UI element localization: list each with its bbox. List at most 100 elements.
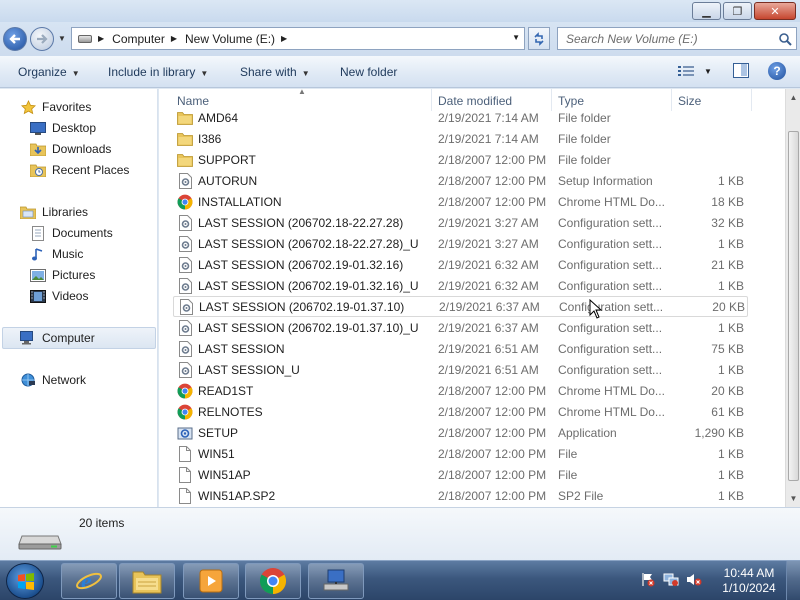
file-row[interactable]: AMD64 2/19/2021 7:14 AM File folder [173, 107, 748, 128]
scroll-up-icon[interactable]: ▲ [786, 89, 800, 106]
taskbar: e 10:44 AM 1/10/2024 [0, 560, 800, 600]
address-history-dropdown[interactable]: ▼ [512, 33, 520, 42]
close-button[interactable]: ✕ [754, 2, 796, 20]
nav-favorites[interactable]: Favorites [20, 97, 91, 117]
chevron-down-icon: ▼ [71, 69, 80, 78]
restore-button[interactable]: ❐ [723, 2, 752, 20]
breadcrumb: ▶ Computer ▶ New Volume (E:) ▶ [98, 32, 295, 46]
refresh-icon [534, 31, 544, 46]
breadcrumb-arrow-icon[interactable]: ▶ [171, 34, 177, 43]
file-row[interactable]: INSTALLATION 2/18/2007 12:00 PM Chrome HTM… [173, 191, 748, 212]
back-button[interactable] [3, 27, 27, 51]
search-input[interactable] [566, 31, 766, 46]
taskbar-media-player[interactable] [183, 563, 239, 599]
include-in-library-button[interactable]: Include in library ▼ [108, 65, 208, 79]
breadcrumb-arrow-icon[interactable]: ▶ [98, 34, 104, 43]
config-file-icon [177, 172, 193, 189]
file-name: WIN51AP.SP2 [198, 488, 276, 503]
forward-arrow-icon [37, 34, 48, 44]
search-icon[interactable] [778, 32, 792, 46]
nav-videos-label: Videos [52, 289, 89, 303]
taskbar-network-app[interactable] [308, 563, 364, 599]
view-list-icon [678, 66, 694, 76]
file-size: 1 KB [717, 362, 744, 377]
file-name: AMD64 [198, 110, 239, 125]
search-box[interactable] [557, 27, 797, 50]
folder-icon [177, 131, 193, 147]
nav-network[interactable]: Network [20, 370, 86, 390]
file-row[interactable]: SUPPORT 2/18/2007 12:00 PM File folder [173, 149, 748, 170]
preview-pane-icon[interactable] [733, 63, 749, 78]
windows-logo-icon [18, 573, 34, 590]
start-button[interactable] [6, 563, 44, 599]
scroll-down-icon[interactable]: ▼ [786, 490, 800, 507]
clock-time: 10:44 AM [723, 566, 775, 580]
file-row[interactable]: LAST SESSION (206702.19-01.32.16)_U 2/19/… [173, 275, 748, 296]
change-view-button[interactable]: ▼ [678, 65, 712, 77]
column-type[interactable]: Type [558, 94, 584, 108]
breadcrumb-computer[interactable]: Computer [112, 32, 165, 46]
file-name: LAST SESSION (206702.18-22.27.28)_U [198, 236, 419, 251]
nav-music[interactable]: Music [30, 244, 83, 264]
drive-icon [18, 535, 62, 550]
action-center-flag-icon[interactable] [640, 571, 656, 587]
taskbar-clock[interactable]: 10:44 AM 1/10/2024 [722, 566, 776, 596]
file-date-modified: 2/18/2007 12:00 PM [438, 152, 547, 167]
file-row[interactable]: LAST SESSION (206702.18-22.27.28) 2/19/20… [173, 212, 748, 233]
volume-muted-icon[interactable] [686, 571, 702, 587]
nav-computer[interactable]: Computer [20, 328, 95, 348]
nav-libraries[interactable]: Libraries [20, 202, 88, 222]
file-row[interactable]: LAST SESSION (206702.19-01.37.10)_U 2/19/… [173, 317, 748, 338]
file-row[interactable]: WIN51 2/18/2007 12:00 PM File 1 KB [173, 443, 748, 464]
help-icon[interactable]: ? [768, 62, 786, 80]
file-name: LAST SESSION_U [198, 362, 300, 377]
breadcrumb-new-volume[interactable]: New Volume (E:) [185, 32, 275, 46]
taskbar-file-explorer[interactable] [119, 563, 175, 599]
sort-ascending-icon: ▲ [298, 89, 306, 96]
minimize-button[interactable]: ▁ [692, 2, 721, 20]
network-status-icon[interactable] [663, 571, 679, 587]
file-date-modified: 2/18/2007 12:00 PM [438, 383, 547, 398]
chevron-down-icon: ▼ [200, 69, 209, 78]
media-player-icon [199, 569, 223, 593]
nav-videos[interactable]: Videos [30, 286, 88, 306]
nav-downloads[interactable]: Downloads [30, 139, 111, 159]
column-name[interactable]: Name [177, 94, 209, 108]
vertical-scrollbar[interactable]: ▲ ▼ [785, 89, 800, 507]
refresh-button[interactable] [528, 27, 550, 50]
recent-pages-dropdown[interactable]: ▼ [58, 34, 66, 43]
share-with-button[interactable]: Share with ▼ [240, 65, 310, 79]
file-row[interactable]: LAST SESSION (206702.18-22.27.28)_U 2/19/… [173, 233, 748, 254]
nav-desktop[interactable]: Desktop [30, 118, 96, 138]
breadcrumb-arrow-icon[interactable]: ▶ [281, 34, 287, 43]
nav-recent-places[interactable]: Recent Places [30, 160, 129, 180]
file-row[interactable]: I386 2/19/2021 7:14 AM File folder [173, 128, 748, 149]
file-row[interactable]: WIN51AP 2/18/2007 12:00 PM File 1 KB [173, 464, 748, 485]
forward-button[interactable] [30, 27, 54, 51]
chevron-down-icon: ▼ [301, 69, 310, 78]
column-divider[interactable] [751, 89, 752, 111]
file-size: 1 KB [717, 173, 744, 188]
address-bar[interactable]: ▶ Computer ▶ New Volume (E:) ▶ ▼ [71, 27, 525, 50]
file-row[interactable]: LAST SESSION (206702.19-01.37.10) 2/19/20… [173, 296, 748, 317]
organize-button[interactable]: Organize ▼ [18, 65, 80, 79]
file-row[interactable]: READ1ST 2/18/2007 12:00 PM Chrome HTML Do.… [173, 380, 748, 401]
file-row[interactable]: RELNOTES 2/18/2007 12:00 PM Chrome HTML Do… [173, 401, 748, 422]
file-row[interactable]: SETUP 2/18/2007 12:00 PM Application 1,290 … [173, 422, 748, 443]
show-desktop-button[interactable] [786, 561, 800, 600]
file-row[interactable]: LAST SESSION 2/19/2021 6:51 AM Configurati… [173, 338, 748, 359]
file-row[interactable]: AUTORUN 2/18/2007 12:00 PM Setup Informati… [173, 170, 748, 191]
column-size[interactable]: Size [678, 94, 701, 108]
taskbar-chrome[interactable] [245, 563, 301, 599]
new-folder-button[interactable]: New folder [340, 65, 397, 79]
file-row[interactable]: WIN51AP.SP2 2/18/2007 12:00 PM SP2 File 1 K… [173, 485, 748, 506]
nav-documents[interactable]: Documents [30, 223, 113, 243]
column-date-modified[interactable]: Date modified [438, 94, 512, 108]
config-file-icon [177, 340, 193, 357]
file-row[interactable]: LAST SESSION (206702.19-01.32.16) 2/19/20… [173, 254, 748, 275]
file-row[interactable]: LAST SESSION_U 2/19/2021 6:51 AM Configura… [173, 359, 748, 380]
nav-pictures[interactable]: Pictures [30, 265, 95, 285]
file-type: Setup Information [558, 173, 653, 188]
taskbar-internet-explorer[interactable]: e [61, 563, 117, 599]
scrollbar-thumb[interactable] [788, 131, 799, 481]
